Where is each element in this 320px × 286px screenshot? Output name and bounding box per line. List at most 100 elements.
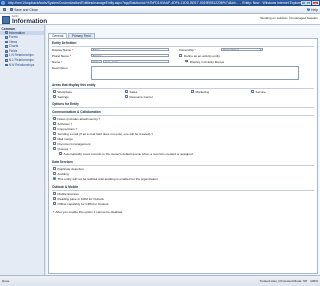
area-resource-center-checkbox[interactable] [125, 95, 128, 98]
outlook-mobile-heading: Outlook & Mobile [52, 185, 79, 189]
display-name-label: Display Name * [52, 48, 73, 52]
area-resource-center-label: Resource Center [129, 95, 153, 99]
auditing-label: Auditing [57, 172, 69, 176]
area-marketing-checkbox[interactable] [191, 90, 194, 93]
status-bar: Done Trusted sites | Protected Mode: Off… [0, 275, 320, 286]
ownership-label: Ownership * [179, 48, 196, 52]
reading-pane-checkbox[interactable] [53, 197, 56, 200]
area-sales-checkbox[interactable] [125, 90, 128, 93]
entity-definition-heading: Entity Definition [52, 41, 77, 45]
help-button[interactable]: ? Help [307, 8, 318, 12]
label-text: Plural Name [52, 54, 70, 58]
area-workplace-checkbox[interactable] [53, 90, 56, 93]
document-management-label: Document management [57, 142, 91, 146]
relationship-icon [5, 58, 8, 62]
left-navigation: Common Information Forms Views Charts Fi… [0, 25, 45, 275]
zoom-level[interactable]: 100% [310, 279, 318, 283]
communication-heading: Communication & Collaboration [52, 110, 101, 114]
label-text: Ownership [179, 48, 194, 52]
label-text: Display Name [52, 48, 72, 52]
document-management-checkbox[interactable] [53, 142, 56, 145]
status-text: Done [2, 279, 10, 283]
area-settings-checkbox[interactable] [53, 95, 56, 98]
save-icon [3, 7, 7, 12]
auditing-note: This entity will not be audited until au… [57, 177, 159, 181]
auto-move-queue-label: Automatically move records to the owner'… [63, 152, 194, 156]
help-icon: ? [307, 7, 311, 12]
required-marker: * [72, 48, 74, 52]
area-settings-label: Settings [57, 95, 69, 99]
name-prefix: new_ [91, 59, 102, 64]
required-marker: * [194, 48, 196, 52]
define-activity-checkbox[interactable] [179, 54, 182, 57]
area-marketing-label: Marketing [195, 90, 210, 94]
queues-checkbox[interactable] [53, 147, 56, 150]
plural-name-input[interactable]: Stories [91, 53, 169, 58]
options-heading: Options for Entity [52, 102, 79, 106]
duplicate-detection-checkbox[interactable] [53, 167, 56, 170]
activities-checkbox[interactable] [53, 122, 56, 125]
ownership-select[interactable]: Organization [221, 47, 263, 52]
auto-move-queue-checkbox[interactable] [59, 152, 62, 155]
relationship-icon [5, 54, 8, 58]
offline-capability-checkbox[interactable] [53, 202, 56, 205]
nav-item-nn-relationships[interactable]: N:N Relationships [0, 63, 44, 68]
label-text: Name [52, 60, 61, 64]
nav-item-label: N:N Relationships [8, 62, 35, 67]
close-window-button[interactable]: ✕ [312, 0, 319, 5]
connections-checkbox[interactable] [53, 127, 56, 130]
info-icon: i [53, 177, 56, 180]
area-service-label: Service [255, 90, 266, 94]
main-content: General Primary Field Entity Definition … [46, 25, 320, 275]
sending-email-checkbox[interactable] [53, 132, 56, 135]
display-name-input[interactable]: Story [91, 47, 169, 52]
name-label: Name * [52, 60, 62, 64]
command-bar: Save and Close ? Help [0, 6, 320, 14]
sending-email-label: Sending e-mail (If an e-mail field does … [57, 132, 153, 136]
area-workplace-label: Workplace [57, 90, 73, 94]
views-icon [5, 40, 8, 44]
areas-heading: Areas that display this entity [52, 83, 96, 87]
save-button[interactable] [2, 7, 7, 12]
notes-label: Notes (includes attachments) † [57, 117, 101, 121]
minimize-button[interactable]: _ [300, 0, 306, 5]
area-service-checkbox[interactable] [251, 90, 254, 93]
maximize-button[interactable]: □ [306, 0, 312, 5]
display-activity-menus-label: Display in Activity Menus [190, 59, 225, 64]
page-header: Entity: Information Working on solution:… [0, 14, 320, 25]
fields-icon [5, 49, 8, 53]
charts-icon [5, 45, 8, 48]
connections-label: Connections † [57, 127, 78, 131]
offline-capability-label: Offline capability for CRM for Outlook [57, 202, 109, 206]
page-title: Information [12, 17, 48, 25]
display-activity-menus-checkbox[interactable] [185, 59, 188, 63]
status-right: Trusted sites | Protected Mode: Off 100% [259, 279, 318, 283]
description-label: Description [52, 66, 68, 70]
mail-merge-checkbox[interactable] [53, 137, 56, 140]
security-zone: Trusted sites | Protected Mode: Off [259, 279, 308, 283]
footnote: † After you enable this option it cannot… [53, 210, 124, 214]
help-label: Help [311, 7, 318, 12]
required-marker: * [61, 60, 63, 64]
entity-icon [2, 15, 10, 24]
description-textarea[interactable] [91, 65, 299, 80]
solution-indicator: Working on solution: Unmanaged Solution [260, 15, 318, 20]
name-input[interactable]: new_story [103, 59, 169, 64]
mobile-express-checkbox[interactable] [53, 192, 56, 195]
window-controls: _ □ ✕ [300, 0, 319, 5]
information-icon [5, 31, 8, 35]
mobile-express-label: Mobile Express [57, 192, 79, 196]
data-services-heading: Data Services [52, 160, 73, 164]
plural-name-label: Plural Name * [52, 54, 71, 58]
save-close-icon [9, 7, 14, 12]
notes-checkbox[interactable] [53, 117, 56, 120]
required-marker: * [69, 54, 72, 58]
relationship-icon [5, 63, 8, 67]
area-sales-label: Sales [129, 90, 138, 94]
reading-pane-label: Reading pane in CRM for Outlook [57, 197, 104, 201]
save-and-close-button[interactable]: Save and Close [9, 7, 39, 12]
auditing-checkbox[interactable] [53, 172, 56, 175]
browser-icon [1, 1, 5, 5]
general-pane: Entity Definition Display Name * Story P… [48, 38, 318, 274]
activities-label: Activities † [57, 122, 73, 126]
